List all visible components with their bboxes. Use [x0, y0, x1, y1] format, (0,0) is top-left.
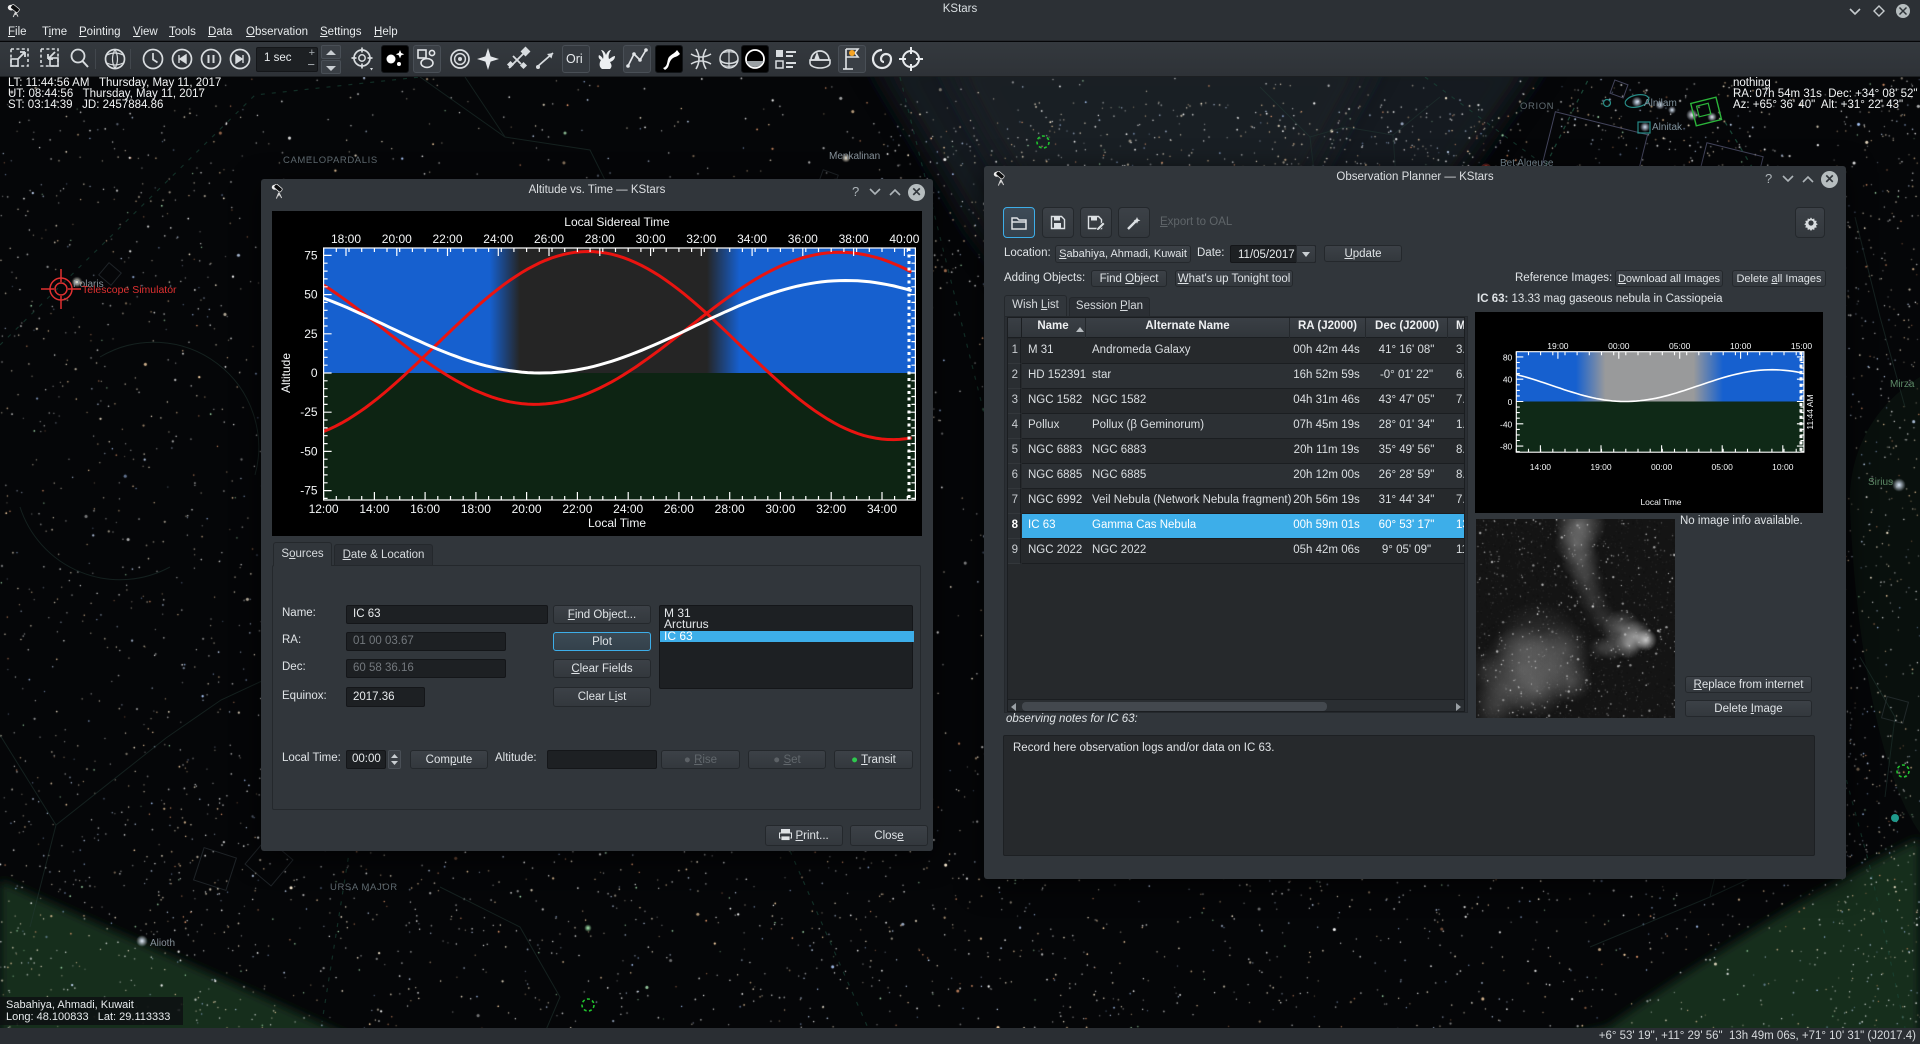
svg-text:30:00: 30:00 — [636, 232, 666, 246]
svg-text:50: 50 — [304, 288, 318, 302]
svg-text:10:00: 10:00 — [1730, 341, 1752, 351]
svg-text:14:00: 14:00 — [1530, 462, 1552, 472]
svg-text:28:00: 28:00 — [715, 502, 745, 516]
svg-text:28:00: 28:00 — [585, 232, 615, 246]
svg-text:15:00: 15:00 — [1791, 341, 1813, 351]
svg-text:30:00: 30:00 — [765, 502, 795, 516]
svg-text:25: 25 — [304, 327, 318, 341]
svg-text:14:00: 14:00 — [359, 502, 389, 516]
svg-text:-40: -40 — [1500, 419, 1513, 429]
svg-text:16:00: 16:00 — [410, 502, 440, 516]
svg-text:Local Time: Local Time — [588, 516, 646, 530]
svg-text:22:00: 22:00 — [562, 502, 592, 516]
svg-text:20:00: 20:00 — [512, 502, 542, 516]
svg-text:18:00: 18:00 — [461, 502, 491, 516]
svg-text:18:00: 18:00 — [331, 232, 361, 246]
svg-text:75: 75 — [304, 248, 318, 262]
svg-text:-50: -50 — [300, 444, 318, 458]
svg-text:0: 0 — [1508, 397, 1513, 407]
svg-text:05:00: 05:00 — [1712, 462, 1734, 472]
svg-text:34:00: 34:00 — [737, 232, 767, 246]
svg-text:26:00: 26:00 — [534, 232, 564, 246]
svg-text:40:00: 40:00 — [889, 232, 919, 246]
svg-text:Local Time: Local Time — [1640, 497, 1681, 507]
svg-text:19:00: 19:00 — [1547, 341, 1569, 351]
svg-text:Altitude: Altitude — [279, 353, 293, 393]
svg-text:10:00: 10:00 — [1772, 462, 1794, 472]
svg-text:-25: -25 — [300, 405, 318, 419]
svg-text:00:00: 00:00 — [1651, 462, 1673, 472]
svg-text:Local Sidereal Time: Local Sidereal Time — [564, 215, 670, 229]
svg-text:05:00: 05:00 — [1669, 341, 1691, 351]
svg-text:19:00: 19:00 — [1590, 462, 1612, 472]
svg-text:24:00: 24:00 — [483, 232, 513, 246]
svg-text:12:00: 12:00 — [309, 502, 339, 516]
svg-text:11:44 AM: 11:44 AM — [1805, 394, 1815, 429]
svg-text:26:00: 26:00 — [664, 502, 694, 516]
svg-text:24:00: 24:00 — [613, 502, 643, 516]
svg-text:80: 80 — [1503, 352, 1513, 362]
svg-text:0: 0 — [311, 366, 318, 380]
svg-text:20:00: 20:00 — [382, 232, 412, 246]
svg-text:-75: -75 — [300, 484, 318, 498]
svg-text:22:00: 22:00 — [432, 232, 462, 246]
svg-text:36:00: 36:00 — [788, 232, 818, 246]
svg-text:38:00: 38:00 — [839, 232, 869, 246]
svg-text:32:00: 32:00 — [816, 502, 846, 516]
svg-text:32:00: 32:00 — [686, 232, 716, 246]
svg-text:34:00: 34:00 — [867, 502, 897, 516]
svg-text:-80: -80 — [1500, 442, 1513, 452]
svg-text:40: 40 — [1503, 375, 1513, 385]
svg-text:00:00: 00:00 — [1608, 341, 1630, 351]
